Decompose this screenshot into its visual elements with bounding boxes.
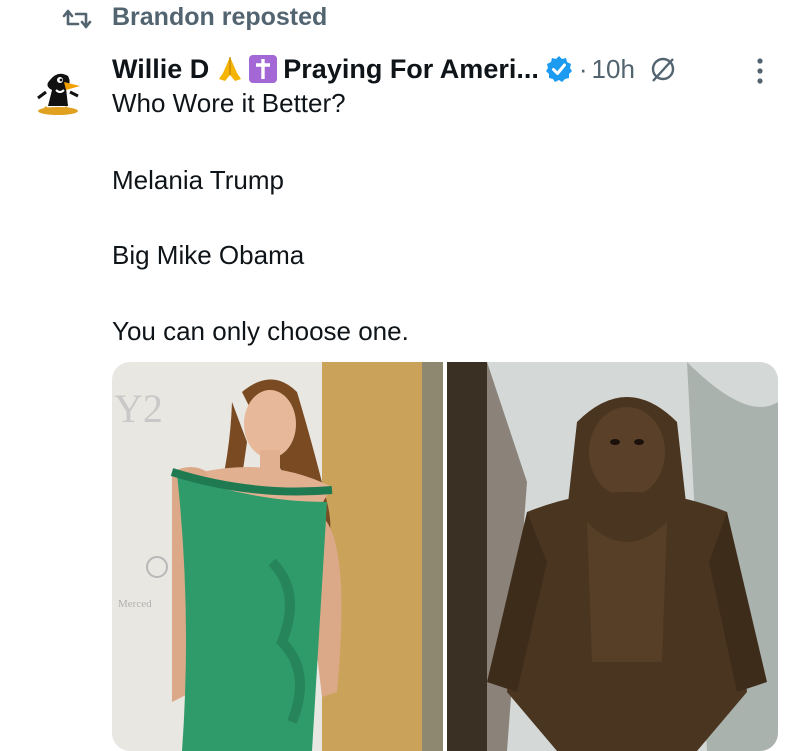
timestamp[interactable]: 10h: [592, 54, 635, 85]
repost-label[interactable]: Brandon reposted: [112, 3, 327, 32]
y2-logo-text: Y2: [114, 386, 163, 431]
tweet-text-line: You can only choose one.: [112, 316, 409, 346]
daffy-duck-avatar-icon: [37, 73, 80, 115]
author-name[interactable]: Willie D: [112, 54, 209, 85]
tweet-header: Willie D Praying For Ameri... · 10h: [112, 50, 677, 88]
latin-cross-icon: [249, 55, 278, 83]
woman-in-green-dress-image: Y2 Merced: [112, 362, 443, 751]
separator-dot: ·: [578, 53, 588, 84]
media-image-bigfoot[interactable]: [447, 362, 778, 751]
svg-text:Merced: Merced: [118, 598, 152, 610]
bigfoot-creature-image: [447, 362, 778, 751]
praying-hands-icon: [219, 57, 242, 81]
media-grid: Y2 Merced: [112, 362, 778, 751]
svg-text:Y2: Y2: [114, 386, 163, 431]
tweet-text-line: Who Wore it Better?: [112, 88, 346, 118]
avatar[interactable]: [30, 62, 86, 118]
tweet-text-line: Big Mike Obama: [112, 240, 305, 270]
tweet-text-line: Melania Trump: [112, 165, 284, 195]
repost-icon: [62, 9, 92, 29]
author-name-suffix[interactable]: Praying For Ameri...: [283, 54, 539, 85]
grok-icon[interactable]: [649, 55, 677, 83]
backdrop-sign-text: Merced: [118, 598, 152, 610]
repost-indicator: [62, 2, 92, 36]
more-options-icon[interactable]: [750, 56, 770, 86]
verified-badge-icon[interactable]: [545, 55, 573, 83]
media-image-woman[interactable]: Y2 Merced: [112, 362, 443, 751]
